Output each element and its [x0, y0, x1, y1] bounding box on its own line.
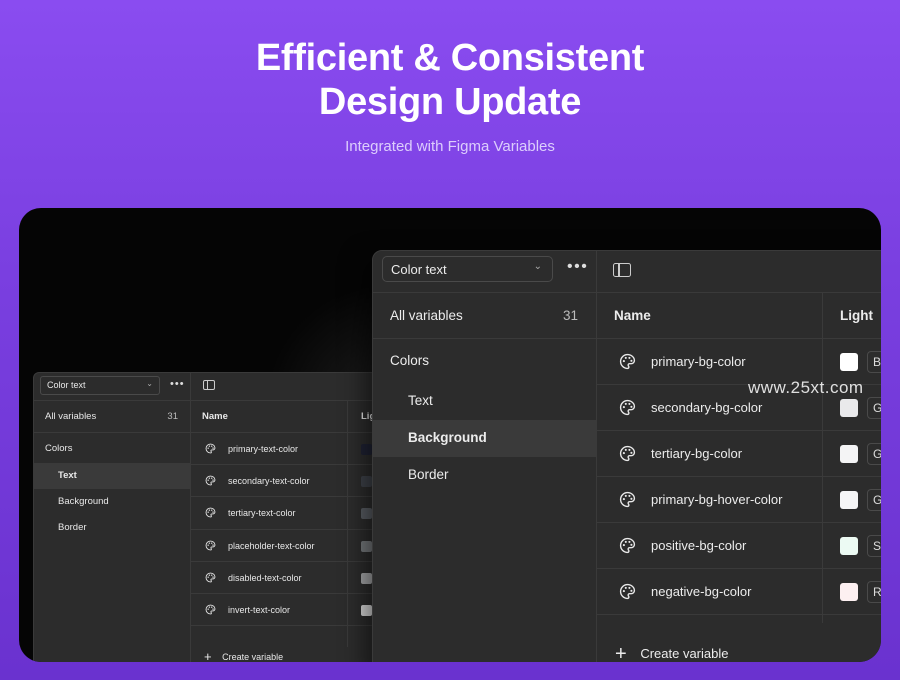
plus-icon: + — [615, 643, 627, 662]
sidebar-toggle-icon[interactable] — [203, 380, 215, 390]
palette-icon — [619, 445, 636, 462]
groups-sidebar: All variables 31 Colors Text Background … — [34, 401, 190, 541]
table-row[interactable]: tertiary-bg-color G — [597, 431, 881, 477]
color-alias-tag[interactable]: G — [867, 443, 881, 465]
color-swatch[interactable] — [361, 604, 372, 616]
palette-icon — [619, 537, 636, 554]
sidebar-toggle-icon[interactable] — [613, 263, 631, 277]
hero-subtitle: Integrated with Figma Variables — [345, 138, 555, 155]
all-variables-item[interactable]: All variables 31 — [373, 293, 596, 339]
variable-name: tertiary-text-color — [228, 508, 296, 519]
palette-icon — [619, 353, 636, 370]
variable-name: primary-bg-hover-color — [651, 492, 783, 507]
variable-name: primary-text-color — [228, 444, 299, 454]
palette-icon — [205, 572, 216, 583]
variable-name: invert-text-color — [228, 604, 291, 615]
color-swatch[interactable] — [840, 399, 858, 417]
hero-title: Efficient & Consistent Design Update — [0, 36, 900, 124]
variable-name: positive-bg-color — [651, 538, 747, 553]
group-item-background[interactable]: Background — [34, 489, 190, 515]
palette-icon — [619, 491, 636, 508]
color-swatch[interactable] — [361, 508, 372, 520]
variable-name: secondary-bg-color — [651, 400, 763, 415]
color-alias-tag[interactable]: G — [867, 489, 881, 511]
variables-panel-large: Color text ⌄ ••• All variables 31 Colors… — [372, 250, 881, 662]
collection-select[interactable]: Color text ⌄ — [382, 256, 553, 282]
watermark-text: www.25xt.com — [748, 378, 864, 397]
palette-icon — [619, 399, 636, 416]
palette-icon — [205, 507, 216, 518]
group-colors[interactable]: Colors — [34, 433, 190, 463]
all-variables-count: 31 — [562, 308, 578, 323]
all-variables-item[interactable]: All variables 31 — [34, 401, 190, 433]
group-item-border[interactable]: Border — [34, 515, 190, 541]
more-options-icon[interactable]: ••• — [567, 258, 588, 276]
create-variable-label: Create variable — [222, 652, 284, 662]
variable-name: placeholder-text-color — [228, 540, 315, 551]
more-options-icon[interactable]: ••• — [170, 378, 185, 390]
color-swatch[interactable] — [361, 540, 372, 552]
column-name-header: Name — [614, 308, 651, 323]
color-swatch[interactable] — [361, 444, 372, 455]
variables-table: Name Light primary-bg-color Ba secondary-b… — [597, 293, 881, 662]
create-variable-button[interactable]: + Create variable — [597, 637, 881, 662]
column-name-header: Name — [202, 411, 228, 422]
color-alias-tag[interactable]: Ba — [867, 351, 881, 373]
panel-toolbar: Color text ⌄ ••• — [373, 251, 881, 293]
plus-icon: + — [204, 649, 212, 662]
table-header: Name Light — [597, 293, 881, 339]
color-swatch[interactable] — [840, 353, 858, 371]
group-item-border[interactable]: Border — [373, 457, 596, 494]
all-variables-label: All variables — [45, 411, 97, 422]
hero-title-line-2: Design Update — [318, 81, 582, 123]
groups-sidebar: All variables 31 Colors Text Background … — [373, 293, 596, 494]
palette-icon — [205, 475, 216, 486]
variable-name: tertiary-bg-color — [651, 446, 743, 461]
color-swatch[interactable] — [840, 583, 858, 601]
color-swatch[interactable] — [361, 476, 372, 488]
group-item-text[interactable]: Text — [373, 383, 596, 420]
column-mode-header: Light — [840, 308, 873, 323]
color-swatch[interactable] — [840, 445, 858, 463]
variable-name: secondary-text-color — [228, 476, 310, 487]
color-alias-tag[interactable]: Re — [867, 581, 881, 603]
table-row[interactable]: positive-bg-color Sc — [597, 523, 881, 569]
color-swatch[interactable] — [840, 491, 858, 509]
all-variables-count: 31 — [167, 411, 178, 422]
group-item-background[interactable]: Background — [373, 420, 596, 457]
table-row[interactable]: negative-bg-color Re — [597, 569, 881, 615]
color-swatch[interactable] — [840, 537, 858, 555]
variable-name: primary-bg-color — [651, 354, 746, 369]
chevron-down-icon: ⌄ — [146, 379, 153, 388]
variable-name: disabled-text-color — [228, 572, 302, 583]
collection-select[interactable]: Color text ⌄ — [40, 376, 160, 395]
all-variables-label: All variables — [390, 308, 463, 323]
collection-select-value: Color text — [47, 380, 86, 390]
palette-icon — [205, 443, 216, 454]
palette-icon — [205, 540, 216, 551]
create-variable-label: Create variable — [640, 646, 729, 661]
group-item-text[interactable]: Text — [34, 463, 190, 489]
variable-name: negative-bg-color — [651, 584, 752, 599]
collection-select-value: Color text — [391, 262, 447, 277]
app-canvas: Color text ⌄ ••• All variables 31 Colors… — [19, 208, 881, 662]
color-swatch[interactable] — [361, 572, 372, 584]
palette-icon — [205, 604, 216, 615]
group-colors[interactable]: Colors — [373, 339, 596, 383]
table-row[interactable]: primary-bg-hover-color G — [597, 477, 881, 523]
hero-title-line-1: Efficient & Consistent — [255, 37, 645, 79]
color-alias-tag[interactable]: G — [867, 397, 881, 419]
color-alias-tag[interactable]: Sc — [867, 535, 881, 557]
chevron-down-icon: ⌄ — [533, 261, 542, 272]
palette-icon — [619, 583, 636, 600]
